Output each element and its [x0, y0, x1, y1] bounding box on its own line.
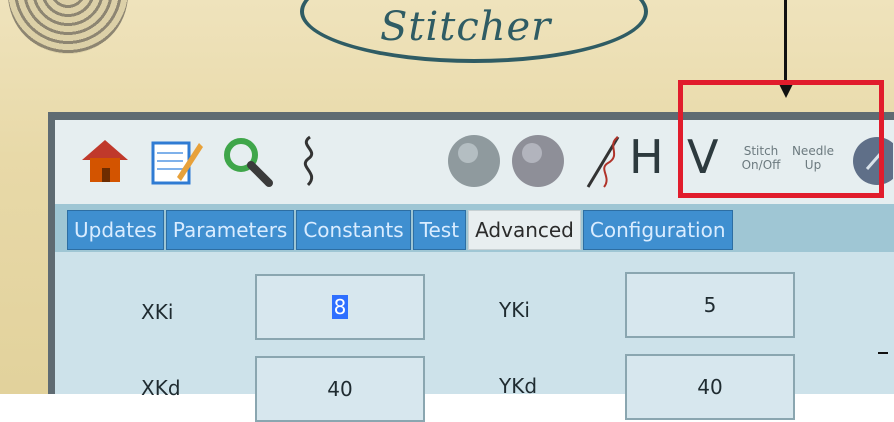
ykd-label: YKd [499, 374, 538, 398]
xki-field[interactable]: 8 [255, 274, 425, 340]
home-icon[interactable] [75, 128, 135, 194]
tab-updates[interactable]: Updates [67, 210, 164, 250]
ykd-value: 40 [697, 375, 723, 399]
xkd-value: 40 [327, 377, 353, 401]
ykd-field[interactable]: 40 [625, 354, 795, 420]
xki-value: 8 [331, 295, 349, 319]
tab-parameters[interactable]: Parameters [165, 210, 295, 250]
xki-label: XKi [141, 300, 174, 324]
tab-bar: Updates Parameters Constants Test Advanc… [67, 210, 735, 250]
tab-configuration[interactable]: Configuration [582, 210, 733, 250]
yki-label: YKi [499, 298, 530, 322]
tab-constants[interactable]: Constants [296, 210, 411, 250]
xkd-field[interactable]: 40 [255, 356, 425, 422]
tab-advanced[interactable]: Advanced [468, 210, 581, 250]
stitch-squiggle-icon[interactable] [289, 128, 329, 194]
yki-field[interactable]: 5 [625, 272, 795, 338]
tab-test[interactable]: Test [412, 210, 467, 250]
h-button[interactable]: H [629, 130, 664, 184]
edit-pencil-icon[interactable] [147, 128, 207, 194]
advanced-panel: XKi 8 YKi 5 XKd 40 YKd 40 [55, 252, 894, 422]
annotation-arrow-line [784, 0, 787, 84]
annotation-highlight-box [678, 80, 884, 198]
gray-ball-button-2[interactable] [507, 128, 569, 194]
needle-thread-icon[interactable] [577, 128, 627, 194]
speaker-grille [8, 0, 128, 54]
gray-ball-button-1[interactable] [443, 128, 505, 194]
search-magnifier-icon[interactable] [217, 128, 277, 194]
edge-tick-mark [878, 352, 888, 354]
xkd-label: XKd [141, 376, 181, 400]
yki-value: 5 [703, 293, 717, 317]
brand-logo-text: Stitcher [380, 4, 552, 50]
